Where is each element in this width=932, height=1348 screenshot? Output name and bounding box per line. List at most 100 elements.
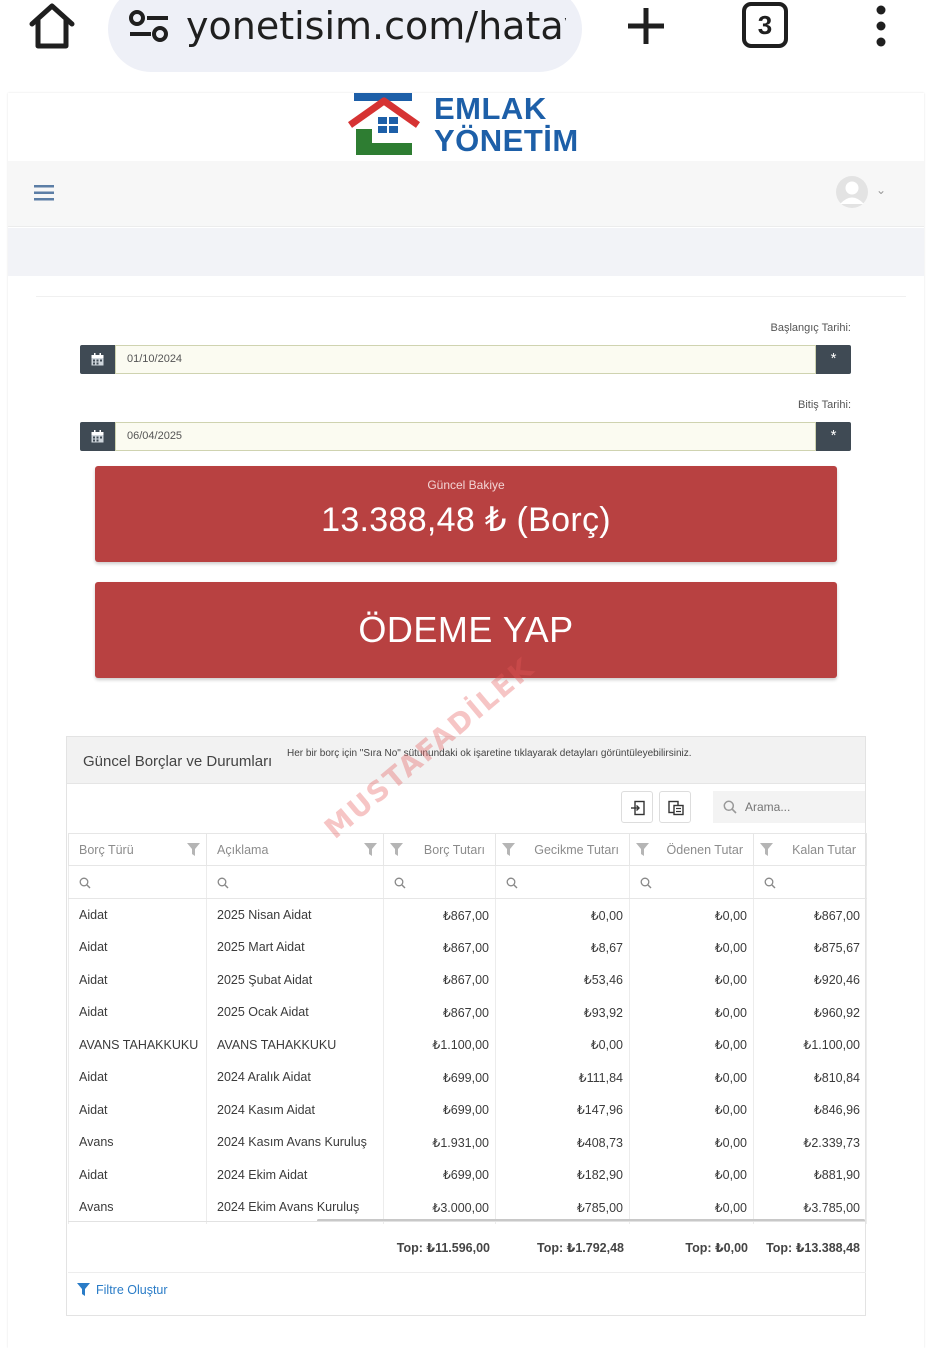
column-header-borc-turu[interactable]: Borç Türü: [68, 833, 207, 866]
chevron-down-icon[interactable]: ⌄: [876, 183, 886, 197]
table-cell: AVANS TAHAKKUKU: [68, 1028, 207, 1061]
new-tab-icon[interactable]: [624, 4, 668, 48]
table-cell: ₺0,00: [629, 1093, 754, 1126]
table-cell: 2025 Ocak Aidat: [206, 996, 384, 1029]
table-cell: ₺846,96: [753, 1093, 867, 1126]
table-cell: ₺1.100,00: [383, 1028, 496, 1061]
total-gecikme: Top: ₺1.792,48: [537, 1241, 624, 1255]
column-header-label: Kalan Tutar: [792, 842, 856, 857]
table-row[interactable]: Aidat 2025 Ocak Aidat ₺867,00 ₺93,92 ₺0,00 ₺9…: [68, 996, 867, 1029]
user-avatar-icon[interactable]: [834, 175, 870, 209]
breadcrumb-bar: [8, 228, 924, 276]
column-filter-cell[interactable]: [753, 865, 867, 899]
filter-icon[interactable]: [760, 843, 773, 856]
filter-icon[interactable]: [187, 843, 200, 856]
table-cell: ₺147,96: [495, 1093, 630, 1126]
table-cell: 2025 Şubat Aidat: [206, 963, 384, 996]
table-cell: 2024 Kasım Avans Kuruluş: [206, 1126, 384, 1159]
balance-label: Güncel Bakiye: [427, 478, 505, 492]
column-filter-cell[interactable]: [383, 865, 496, 899]
column-chooser-button[interactable]: [659, 791, 691, 823]
column-header-label: Açıklama: [217, 842, 269, 857]
grid-search[interactable]: [713, 791, 865, 823]
table-row[interactable]: Aidat 2025 Nisan Aidat ₺867,00 ₺0,00 ₺0,00 ₺8…: [68, 898, 867, 931]
table-cell: ₺875,67: [753, 931, 867, 964]
export-button[interactable]: [621, 791, 653, 823]
search-input[interactable]: [745, 791, 863, 823]
column-header-borc-tutari[interactable]: Borç Tutarı: [383, 833, 496, 866]
table-cell: ₺182,90: [495, 1158, 630, 1191]
search-icon: [394, 877, 406, 889]
logo-line-1: EMLAK: [434, 91, 547, 126]
url-text[interactable]: yonetisim.com/hatay-a: [186, 4, 566, 48]
table-cell: ₺867,00: [383, 996, 496, 1029]
start-date-input[interactable]: 01/10/2024: [115, 345, 816, 374]
table-row[interactable]: Aidat 2024 Kasım Aidat ₺699,00 ₺147,96 ₺0,00…: [68, 1093, 867, 1126]
column-header-gecikme-tutari[interactable]: Gecikme Tutarı: [495, 833, 630, 866]
table-cell: ₺0,00: [495, 898, 630, 931]
column-header-odenen-tutar[interactable]: Ödenen Tutar: [629, 833, 754, 866]
logo-area: EMLAK YÖNETİM: [8, 93, 924, 161]
end-date-label: Bitiş Tarihi:: [798, 399, 851, 411]
table-cell: Avans: [68, 1191, 207, 1224]
totals-row: Top: ₺11.596,00 Top: ₺1.792,48 Top: ₺0,0…: [68, 1221, 866, 1273]
export-icon: [631, 800, 645, 816]
table-row[interactable]: Avans 2024 Kasım Avans Kuruluş ₺1.931,00 ₺4…: [68, 1126, 867, 1159]
table-cell: ₺0,00: [629, 996, 754, 1029]
column-header-label: Borç Türü: [79, 842, 134, 857]
search-icon: [764, 877, 776, 889]
table-cell: 2024 Ekim Aidat: [206, 1158, 384, 1191]
panel-header: Güncel Borçlar ve Durumları Her bir borç…: [67, 737, 865, 784]
table-cell: ₺699,00: [383, 1061, 496, 1094]
table-cell: ₺0,00: [629, 931, 754, 964]
table-row[interactable]: Aidat 2024 Aralık Aidat ₺699,00 ₺111,84 ₺0,0…: [68, 1061, 867, 1094]
hamburger-menu-icon[interactable]: [34, 185, 54, 201]
emlak-logo-icon[interactable]: [348, 93, 420, 159]
table-cell: ₺111,84: [495, 1061, 630, 1094]
table-cell: Aidat: [68, 1061, 207, 1094]
site-settings-icon[interactable]: [128, 8, 170, 44]
start-calendar-button[interactable]: [80, 345, 115, 374]
column-filter-cell[interactable]: [206, 865, 384, 899]
table-row[interactable]: Aidat 2025 Mart Aidat ₺867,00 ₺8,67 ₺0,00 ₺87…: [68, 931, 867, 964]
table-cell: ₺0,00: [629, 1028, 754, 1061]
filter-icon[interactable]: [364, 843, 377, 856]
table-row[interactable]: Aidat 2024 Ekim Aidat ₺699,00 ₺182,90 ₺0,00 ₺…: [68, 1158, 867, 1191]
table-row[interactable]: AVANS TAHAKKUKU AVANS TAHAKKUKU ₺1.100,00 ₺…: [68, 1028, 867, 1061]
column-filter-cell[interactable]: [629, 865, 754, 899]
column-header-kalan-tutar[interactable]: Kalan Tutar: [753, 833, 867, 866]
pay-button[interactable]: ÖDEME YAP: [95, 582, 837, 678]
filter-row: [68, 865, 867, 899]
end-date-clear-button[interactable]: *: [816, 422, 851, 451]
balance-value: 13.388,48 ₺ (Borç): [321, 501, 611, 539]
end-date-input[interactable]: 06/04/2025: [115, 422, 816, 451]
table-cell: ₺810,84: [753, 1061, 867, 1094]
grid-toolbar: [67, 785, 865, 833]
column-filter-cell[interactable]: [495, 865, 630, 899]
home-icon[interactable]: [26, 2, 78, 52]
table-cell: ₺0,00: [629, 1126, 754, 1159]
column-filter-cell[interactable]: [68, 865, 207, 899]
table-cell: Aidat: [68, 963, 207, 996]
column-chooser-icon: [668, 800, 684, 816]
start-date-clear-button[interactable]: *: [816, 345, 851, 374]
create-filter-link[interactable]: Filtre Oluştur: [77, 1283, 168, 1297]
end-calendar-button[interactable]: [80, 422, 115, 451]
table-cell: ₺93,92: [495, 996, 630, 1029]
table-cell: 2024 Kasım Aidat: [206, 1093, 384, 1126]
table-row[interactable]: Aidat 2025 Şubat Aidat ₺867,00 ₺53,46 ₺0,00 ₺…: [68, 963, 867, 996]
filter-icon[interactable]: [390, 843, 403, 856]
table-cell: ₺867,00: [383, 963, 496, 996]
table-body: Aidat 2025 Nisan Aidat ₺867,00 ₺0,00 ₺0,00 ₺8…: [68, 898, 867, 1224]
filter-icon[interactable]: [636, 843, 649, 856]
calendar-icon: [91, 430, 104, 443]
table-cell: ₺0,00: [629, 1158, 754, 1191]
more-options-icon[interactable]: [866, 4, 896, 48]
logo-text: EMLAK YÖNETİM: [434, 93, 579, 157]
tab-switcher-button[interactable]: 3: [742, 2, 788, 48]
filter-icon[interactable]: [502, 843, 515, 856]
column-header-label: Ödenen Tutar: [666, 842, 743, 857]
column-header-aciklama[interactable]: Açıklama: [206, 833, 384, 866]
table-cell: Aidat: [68, 1158, 207, 1191]
table-cell: ₺0,00: [495, 1028, 630, 1061]
